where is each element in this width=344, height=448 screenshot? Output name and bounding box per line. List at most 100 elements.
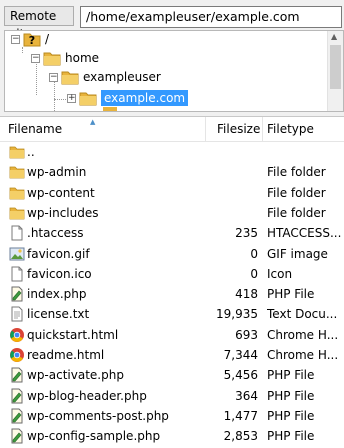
php-file-icon <box>9 367 25 383</box>
tree-item-label: home <box>65 51 99 65</box>
file-name: index.php <box>27 287 86 301</box>
file-size: 19,935 <box>216 307 258 321</box>
tree-item-label: / <box>45 32 49 46</box>
file-row[interactable]: index.php 418 PHP File <box>0 284 344 304</box>
expand-icon[interactable]: + <box>67 94 76 103</box>
file-name: .. <box>27 145 35 159</box>
remote-file-list: ▲ Filename Filesize Filetype .. wp-admin… <box>0 116 344 448</box>
tree-item-home[interactable]: − home <box>31 48 99 68</box>
file-type: Text Docu... <box>267 307 344 321</box>
tree-item-exampleuser[interactable]: − exampleuser <box>49 67 161 87</box>
file-type: Icon <box>267 267 344 281</box>
file-row[interactable]: wp-activate.php 5,456 PHP File <box>0 365 344 385</box>
php-file-icon <box>9 428 25 444</box>
file-size: 235 <box>235 226 258 240</box>
sort-ascending-icon: ▲ <box>90 118 95 126</box>
scroll-up-arrow-icon[interactable]: ▲ <box>331 32 337 41</box>
file-size: 418 <box>235 287 258 301</box>
php-file-icon <box>9 408 25 424</box>
php-file-icon <box>9 286 25 302</box>
tree-item-root[interactable]: − ? / <box>11 30 49 49</box>
file-type: File folder <box>267 186 344 200</box>
svg-text:?: ? <box>29 34 35 47</box>
file-type: PHP File <box>267 368 344 382</box>
file-type: File folder <box>267 206 344 220</box>
file-size: 1,477 <box>224 409 258 423</box>
remote-site-path-input[interactable]: /home/exampleuser/example.com <box>80 6 342 28</box>
column-header-filename[interactable]: Filename <box>8 122 62 136</box>
file-row[interactable]: quickstart.html693Chrome H... <box>0 325 344 345</box>
column-header-filetype[interactable]: Filetype <box>267 122 314 136</box>
file-row[interactable]: wp-blog-header.php 364 PHP File <box>0 386 344 406</box>
file-type: HTACCESS... <box>267 226 344 240</box>
file-size: 2,853 <box>224 429 258 443</box>
folder-icon <box>9 205 25 221</box>
chrome-icon <box>9 327 25 343</box>
document-icon <box>9 266 25 282</box>
file-type: PHP File <box>267 429 344 443</box>
file-name: wp-content <box>27 186 95 200</box>
file-size: 693 <box>235 328 258 342</box>
file-name: wp-includes <box>27 206 99 220</box>
collapse-icon[interactable]: − <box>31 54 40 63</box>
file-type: PHP File <box>267 287 344 301</box>
file-size: 0 <box>250 267 258 281</box>
file-name: wp-blog-header.php <box>27 389 147 403</box>
scrollbar-thumb[interactable] <box>330 45 341 89</box>
file-row[interactable]: wp-config-sample.php 2,853 PHP File <box>0 426 344 446</box>
file-row[interactable]: readme.html7,344Chrome H... <box>0 345 344 365</box>
document-icon <box>9 225 25 241</box>
file-size: 7,344 <box>224 348 258 362</box>
file-type: Chrome H... <box>267 348 344 362</box>
file-size: 0 <box>250 247 258 261</box>
folder-icon <box>9 185 25 201</box>
file-type: GIF image <box>267 247 344 261</box>
folder-icon <box>61 69 79 85</box>
unknown-folder-icon: ? <box>23 31 41 47</box>
file-name: quickstart.html <box>27 328 118 342</box>
file-name: favicon.gif <box>27 247 90 261</box>
file-name: wp-comments-post.php <box>27 409 169 423</box>
php-file-icon <box>9 388 25 404</box>
file-name: wp-activate.php <box>27 368 124 382</box>
file-row[interactable]: .htaccess 235 HTACCESS... <box>0 223 344 243</box>
file-size: 5,456 <box>224 368 258 382</box>
folder-icon <box>9 144 25 160</box>
file-row[interactable]: wp-comments-post.php 1,477 PHP File <box>0 406 344 426</box>
file-type: PHP File <box>267 389 344 403</box>
folder-icon <box>79 90 97 106</box>
tree-item-example-com[interactable]: + example.com <box>67 88 188 108</box>
file-row[interactable]: favicon.gif 0 GIF image <box>0 244 344 264</box>
file-row[interactable]: wp-content File folder <box>0 183 344 203</box>
image-icon <box>9 246 25 262</box>
file-row[interactable]: favicon.ico 0 Icon <box>0 264 344 284</box>
tree-item-label: exampleuser <box>83 70 161 84</box>
column-divider[interactable] <box>205 117 206 141</box>
file-row[interactable]: wp-adminFile folder <box>0 162 344 182</box>
collapse-icon[interactable]: − <box>11 35 20 44</box>
file-name: license.txt <box>27 307 89 321</box>
column-header-filesize[interactable]: Filesize <box>217 122 260 136</box>
column-divider[interactable] <box>262 117 263 141</box>
file-row[interactable]: .. <box>0 142 344 162</box>
tree-connector <box>54 99 68 100</box>
folder-icon <box>43 50 61 66</box>
folder-icon <box>102 107 118 112</box>
file-row[interactable]: wp-includes File folder <box>0 203 344 223</box>
collapse-icon[interactable]: − <box>49 73 58 82</box>
remote-directory-tree: − ? / − home − exampleuser + example.com <box>4 30 344 112</box>
file-size: 364 <box>235 389 258 403</box>
file-row[interactable]: license.txt 19,935 Text Docu... <box>0 304 344 324</box>
remote-site-bar: Remote site: /home/exampleuser/example.c… <box>0 0 344 30</box>
remote-site-label: Remote site: <box>4 6 74 26</box>
tree-item-label-selected: example.com <box>101 90 188 106</box>
tree-scrollbar[interactable]: ▲ <box>327 31 343 111</box>
file-name: favicon.ico <box>27 267 92 281</box>
chrome-icon <box>9 347 25 363</box>
file-type: PHP File <box>267 409 344 423</box>
text-file-icon <box>9 306 25 322</box>
file-name: wp-config-sample.php <box>27 429 160 443</box>
file-type: File folder <box>267 165 344 179</box>
file-name: .htaccess <box>27 226 84 240</box>
file-list-header: ▲ Filename Filesize Filetype <box>0 117 344 142</box>
